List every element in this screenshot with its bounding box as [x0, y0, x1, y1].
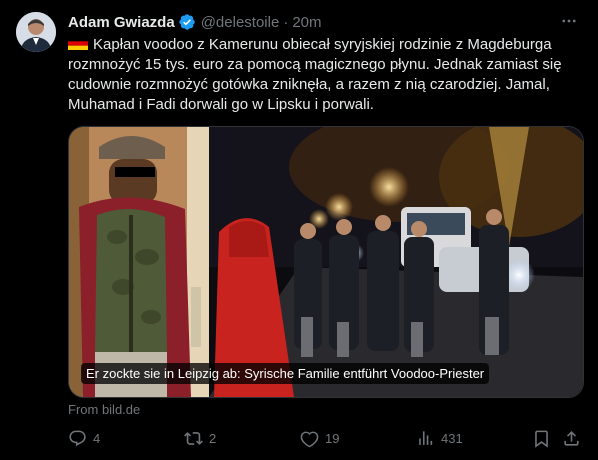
verified-badge-icon[interactable] — [178, 13, 196, 31]
author-handle[interactable]: @delestoile — [201, 14, 280, 31]
separator-dot: · — [283, 13, 289, 31]
user-avatar-icon — [16, 12, 56, 52]
views-count: 431 — [441, 430, 463, 446]
action-bar: 4 2 19 431 — [68, 428, 582, 450]
card-caption: Er zockte sie in Leipzig ab: Syrische Fa… — [81, 363, 490, 384]
share-button[interactable] — [562, 428, 581, 448]
card-source[interactable]: From bild.de — [68, 402, 140, 417]
article-photo — [69, 127, 583, 397]
like-button[interactable]: 19 — [300, 428, 339, 448]
views-chart-icon — [419, 430, 433, 445]
like-count: 19 — [325, 430, 340, 446]
heart-icon — [300, 431, 319, 447]
more-options-button[interactable] — [556, 10, 582, 32]
views-button[interactable]: 431 — [416, 428, 463, 448]
tweet-text: Kapłan voodoo z Kamerunu obiecał syryjsk… — [68, 35, 578, 115]
author-avatar[interactable] — [16, 12, 56, 52]
reply-count: 4 — [93, 430, 101, 446]
germany-flag-icon — [68, 37, 88, 50]
author-display-name[interactable]: Adam Gwiazda — [68, 14, 175, 31]
link-card[interactable]: Er zockte sie in Leipzig ab: Syrische Fa… — [68, 126, 584, 398]
repost-button[interactable]: 2 — [184, 428, 216, 448]
tweet[interactable]: Adam Gwiazda @delestoile · 20m Kapłan vo… — [0, 0, 598, 460]
bookmark-icon — [535, 430, 548, 448]
tweet-body-text: Kapłan voodoo z Kamerunu obiecał syryjsk… — [68, 36, 562, 113]
repost-count: 2 — [209, 430, 217, 446]
tweet-header: Adam Gwiazda @delestoile · 20m — [68, 12, 582, 32]
reply-button[interactable]: 4 — [68, 428, 100, 448]
reply-icon — [69, 430, 86, 446]
share-icon — [564, 430, 579, 446]
repost-icon — [184, 431, 203, 445]
tweet-timestamp[interactable]: 20m — [292, 14, 321, 31]
bookmark-button[interactable] — [532, 428, 551, 448]
more-horizontal-icon — [562, 19, 576, 23]
